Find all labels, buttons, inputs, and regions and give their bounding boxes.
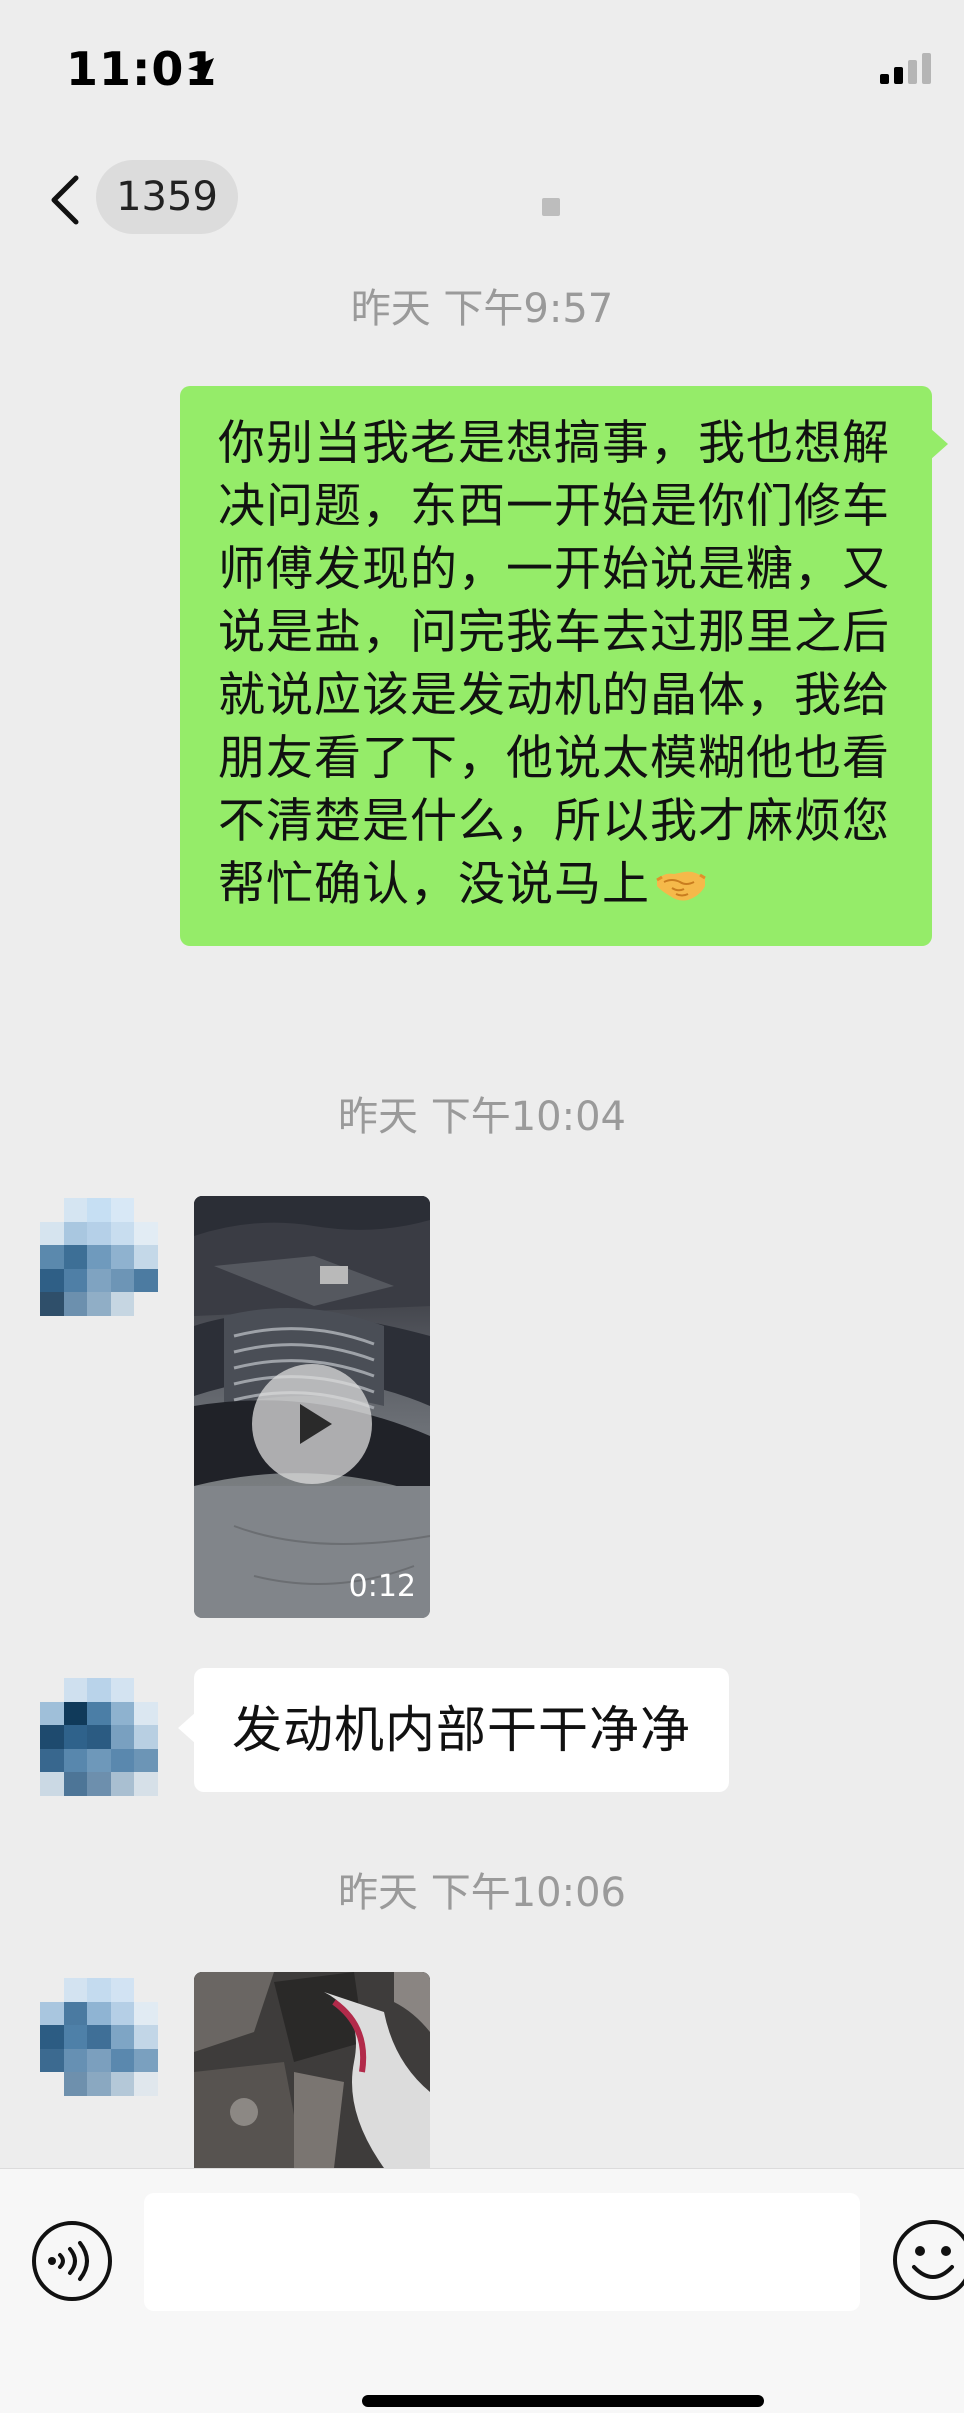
sent-message-bubble[interactable]: 你别当我老是想搞事，我也想解决问题，东西一开始是你们修车师傅发现的，一开始说是糖… [180, 386, 948, 946]
nav-bar: 1359 [0, 140, 964, 262]
message-timestamp: 昨天 下午10:06 [338, 1870, 626, 1916]
received-message-text: 发动机内部干干净净 [232, 1701, 691, 1759]
chevron-left-icon[interactable] [44, 170, 84, 230]
message-timestamp: 昨天 下午10:04 [338, 1094, 626, 1140]
status-bar: 11:01 [0, 0, 964, 140]
contact-avatar[interactable] [40, 1678, 158, 1796]
sent-message-text: 你别当我老是想搞事，我也想解决问题，东西一开始是你们修车师傅发现的，一开始说是糖… [218, 416, 890, 912]
emoji-smile-icon[interactable] [890, 2217, 964, 2303]
message-timestamp: 昨天 下午9:57 [350, 286, 614, 332]
received-message-bubble[interactable]: 发动机内部干干净净 [178, 1668, 729, 1792]
chat-title-placeholder [542, 198, 560, 216]
video-message[interactable]: 0:12 [194, 1196, 430, 1618]
cellular-signal-icon [880, 53, 931, 84]
message-input[interactable] [144, 2193, 860, 2311]
image-message[interactable] [194, 1972, 430, 2168]
unread-count-badge[interactable]: 1359 [96, 160, 238, 234]
location-arrow-icon [188, 58, 214, 84]
contact-avatar[interactable] [40, 1978, 158, 2096]
engine-photo-image [194, 1972, 430, 2168]
input-bar [0, 2168, 964, 2413]
voice-input-icon[interactable] [30, 2219, 114, 2303]
handshake-icon [656, 871, 706, 901]
video-duration: 0:12 [348, 1569, 416, 1604]
home-indicator [362, 2395, 764, 2407]
chat-message-list[interactable]: 昨天 下午9:57 你别当我老是想搞事，我也想解决问题，东西一开始是你们修车师傅… [0, 262, 964, 2168]
contact-avatar[interactable] [40, 1198, 158, 1316]
play-button[interactable] [252, 1364, 372, 1484]
